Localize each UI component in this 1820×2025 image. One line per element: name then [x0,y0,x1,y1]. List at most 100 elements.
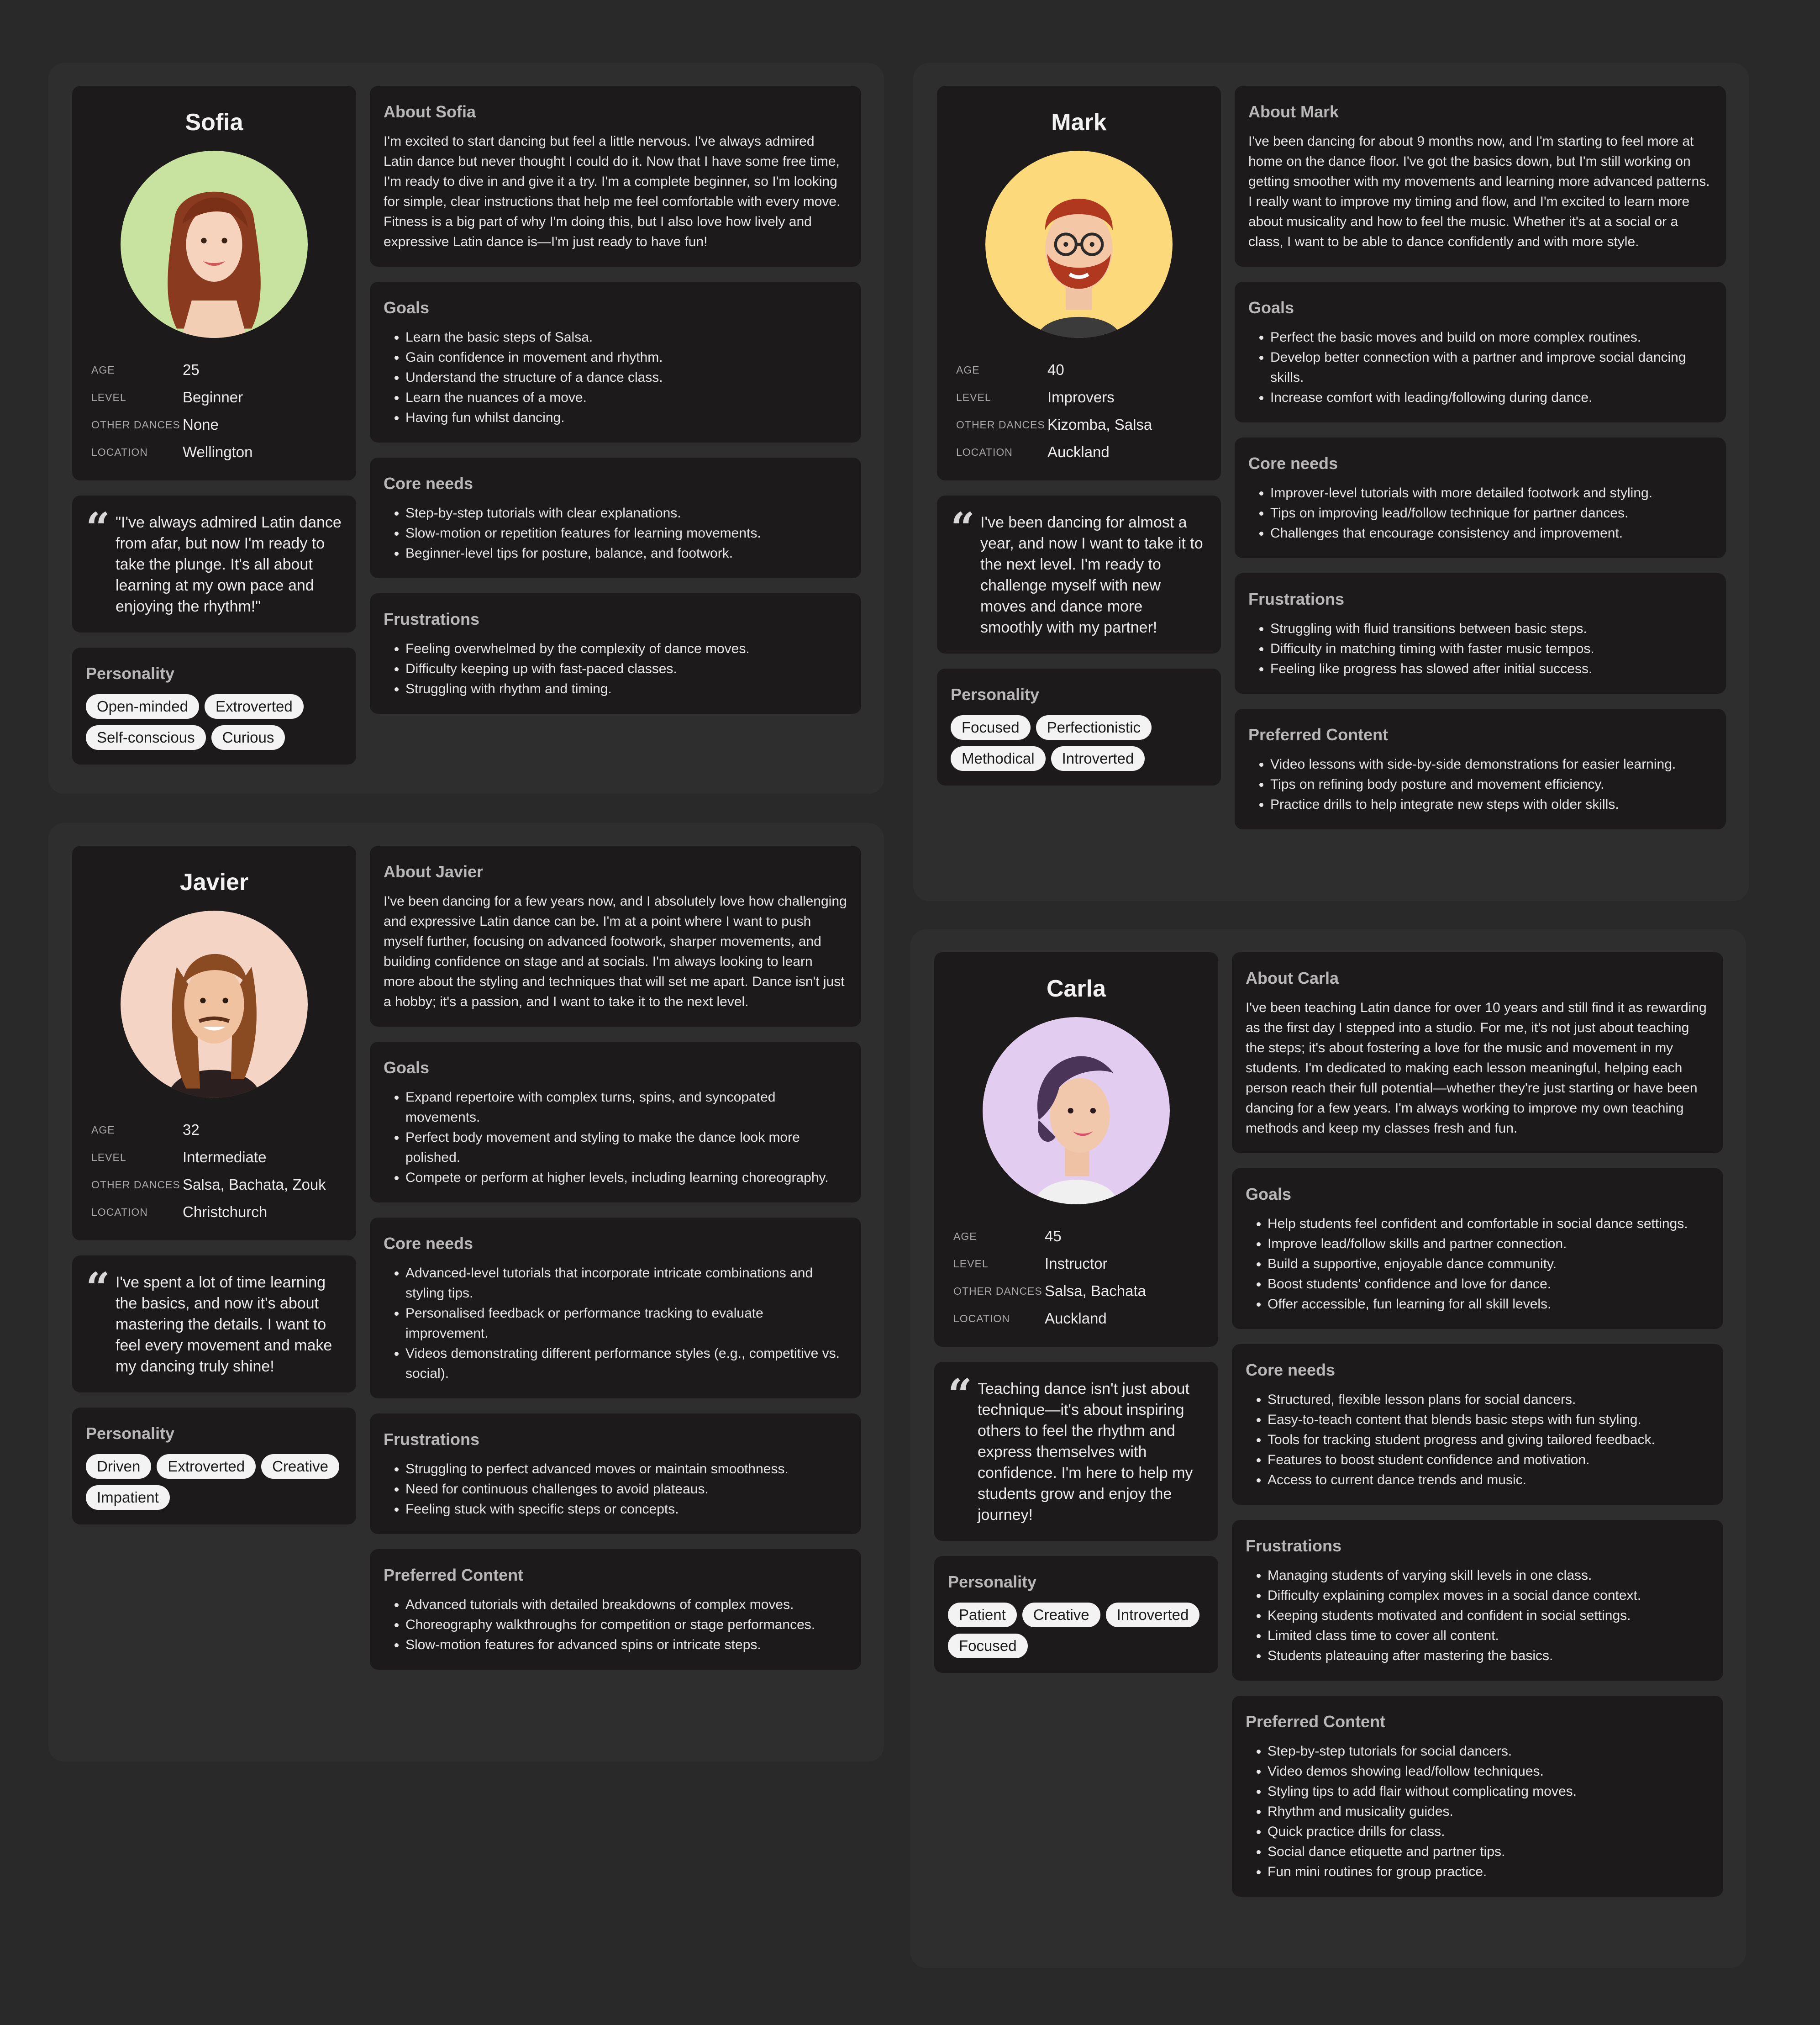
section-title: Frustrations [1248,590,1345,608]
about-text: I'm excited to start dancing but feel a … [384,134,841,249]
persona-name: Javier [179,869,249,896]
section-title: Goals [384,298,430,317]
list-item: Step-by-step tutorials for social dancer… [1268,1741,1710,1761]
avatar [983,1017,1170,1204]
list-item: Social dance etiquette and partner tips. [1268,1842,1710,1862]
profile-panel: Sofia AGE 25 LEVEL Beginner OTHER DANCES No… [72,86,356,480]
fact-level: LEVEL Instructor [953,1255,1108,1272]
trait-tag: Extroverted [157,1454,256,1479]
profile-panel: Mark AGE 40 LEVEL Improvers OTHER DANCES Ki… [937,86,1221,480]
about-text: I've been dancing for a few years now, a… [384,894,847,1009]
core-needs-panel: Core needs Structured, flexible lesson p… [1232,1344,1723,1505]
fact-level: LEVEL Beginner [91,389,243,406]
list-item: Access to current dance trends and music… [1268,1470,1710,1490]
about-title: About Mark [1248,102,1339,121]
avatar [121,911,308,1098]
avatar [985,151,1173,338]
fact-level: LEVEL Intermediate [91,1149,267,1165]
list-item: Advanced-level tutorials that incorporat… [405,1263,847,1303]
persona-card-carla: Carla AGE 45 LEVEL Instructor OTHER DANCES… [910,929,1746,1968]
list-item: Perfect body movement and styling to mak… [405,1128,847,1168]
list-item: Help students feel confident and comfort… [1268,1214,1710,1234]
list-item: Keeping students motivated and confident… [1268,1606,1710,1626]
list-item: Tips on improving lead/follow technique … [1270,503,1712,523]
list-item: Understand the structure of a dance clas… [405,368,847,388]
preferred-content-panel: Preferred Content Step-by-step tutorials… [1232,1696,1723,1897]
fact-age: AGE 45 [953,1228,1062,1245]
list-item: Struggling with fluid transitions betwee… [1270,619,1712,639]
quote-panel: “ "I've always admired Latin dance from … [72,496,356,633]
section-title: Core needs [1246,1361,1336,1379]
personality-title: Personality [86,664,175,683]
quote-panel: “ I've spent a lot of time learning the … [72,1255,356,1392]
list-item: Videos demonstrating different performan… [405,1344,847,1384]
core-needs-panel: Core needs Step-by-step tutorials with c… [370,458,861,578]
section-title: Core needs [384,474,473,493]
frustrations-panel: Frustrations Struggling with fluid trans… [1235,573,1726,694]
personality-panel: Personality Focused Perfectionistic Meth… [937,669,1221,786]
trait-tag: Creative [1022,1603,1100,1627]
personality-panel: Personality Driven Extroverted Creative … [72,1408,356,1524]
personality-title: Personality [948,1572,1037,1591]
fact-age: AGE 40 [956,361,1064,378]
about-text: I've been dancing for about 9 months now… [1248,134,1710,249]
list-item: Expand repertoire with complex turns, sp… [405,1087,847,1128]
trait-tag: Driven [86,1454,152,1479]
fact-location: LOCATION Auckland [953,1310,1107,1327]
list-item: Challenges that encourage consistency an… [1270,523,1712,543]
fact-other-dances: OTHER DANCES Kizomba, Salsa [956,416,1152,433]
list-item: Video demos showing lead/follow techniqu… [1268,1761,1710,1782]
list-item: Styling tips to add flair without compli… [1268,1782,1710,1802]
quote-text: I've spent a lot of time learning the ba… [116,1274,332,1375]
trait-tag: Methodical [951,746,1046,771]
profile-panel: Carla AGE 45 LEVEL Instructor OTHER DANCES… [934,952,1218,1347]
list-item: Managing students of varying skill level… [1268,1566,1710,1586]
list-item: Feeling stuck with specific steps or con… [405,1499,847,1519]
quote-text: "I've always admired Latin dance from af… [116,514,342,615]
preferred-content-panel: Preferred Content Advanced tutorials wit… [370,1549,861,1670]
personality-title: Personality [86,1424,175,1443]
list-item: Struggling with rhythm and timing. [405,679,847,699]
frustrations-panel: Frustrations Struggling to perfect advan… [370,1413,861,1534]
list-item: Fun mini routines for group practice. [1268,1862,1710,1882]
quote-icon: “ [86,1263,110,1313]
goals-panel: Goals Perfect the basic moves and build … [1235,282,1726,422]
list-item: Boost students' confidence and love for … [1268,1274,1710,1294]
list-item: Learn the nuances of a move. [405,388,847,408]
list-item: Slow-motion or repetition features for l… [405,523,847,543]
list-item: Rhythm and musicality guides. [1268,1802,1710,1822]
quote-text: Teaching dance isn't just about techniqu… [978,1380,1193,1524]
section-title: Frustrations [384,1430,480,1449]
list-item: Increase comfort with leading/following … [1270,388,1712,408]
list-item: Difficulty keeping up with fast-paced cl… [405,659,847,679]
list-item: Video lessons with side-by-side demonstr… [1270,754,1712,775]
section-title: Goals [1248,298,1294,317]
list-item: Step-by-step tutorials with clear explan… [405,503,847,523]
section-title: Preferred Content [384,1566,524,1584]
goals-panel: Goals Learn the basic steps of Salsa. Ga… [370,282,861,443]
goals-panel: Goals Help students feel confident and c… [1232,1168,1723,1329]
list-item: Compete or perform at higher levels, inc… [405,1168,847,1188]
trait-tag: Open-minded [86,694,199,719]
goals-panel: Goals Expand repertoire with complex tur… [370,1042,861,1202]
fact-other-dances: OTHER DANCES Salsa, Bachata [953,1282,1146,1299]
list-item: Practice drills to help integrate new st… [1270,795,1712,815]
list-item: Personalised feedback or performance tra… [405,1303,847,1344]
list-item: Offer accessible, fun learning for all s… [1268,1294,1710,1314]
persona-card-javier: Javier AGE 32 LEVEL Intermediate OTHER DAN… [48,823,884,1761]
about-title: About Carla [1246,969,1339,987]
trait-tag: Self-conscious [86,725,206,750]
profile-panel: Javier AGE 32 LEVEL Intermediate OTHER DAN… [72,846,356,1240]
frustrations-panel: Frustrations Managing students of varyin… [1232,1520,1723,1681]
list-item: Improver-level tutorials with more detai… [1270,483,1712,503]
section-title: Goals [384,1058,430,1077]
fact-location: LOCATION Auckland [956,443,1110,460]
fact-location: LOCATION Christchurch [91,1203,268,1220]
about-text: I've been teaching Latin dance for over … [1246,1000,1707,1136]
list-item: Tools for tracking student progress and … [1268,1430,1710,1450]
core-needs-panel: Core needs Advanced-level tutorials that… [370,1218,861,1398]
list-item: Easy-to-teach content that blends basic … [1268,1410,1710,1430]
section-title: Core needs [384,1234,473,1253]
persona-name: Sofia [185,109,243,136]
trait-tag: Creative [261,1454,339,1479]
